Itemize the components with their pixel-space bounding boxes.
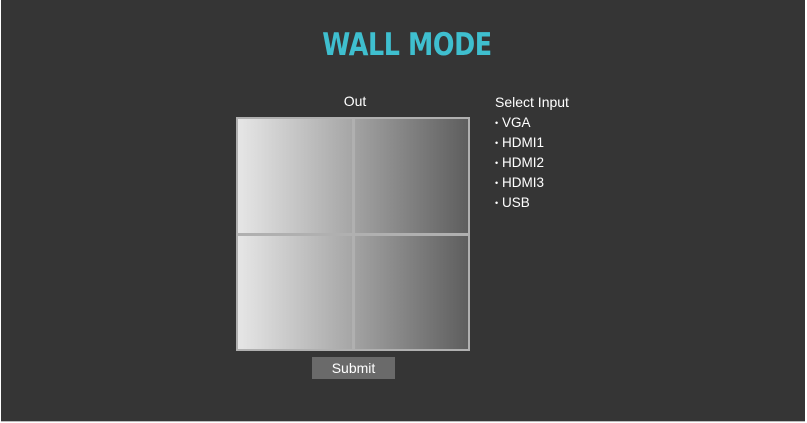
submit-button[interactable]: Submit — [312, 357, 395, 379]
page-title: WALL MODE — [322, 27, 492, 63]
out-label: Out — [343, 93, 367, 109]
input-option-label: HDMI3 — [502, 175, 545, 190]
wall-cell-bottom-left[interactable] — [238, 235, 352, 349]
wall-cell-bottom-right[interactable] — [354, 235, 468, 349]
bullet-icon: • — [495, 138, 499, 148]
select-input-panel: Select Input • VGA • HDMI1 • HDMI2 • HDMI3 •… — [495, 94, 569, 213]
wall-cell-top-left[interactable] — [238, 119, 352, 233]
video-wall-grid — [236, 117, 470, 351]
select-input-title: Select Input — [495, 94, 569, 110]
bullet-icon: • — [495, 198, 499, 208]
input-option-label: HDMI2 — [502, 155, 545, 170]
input-list: • VGA • HDMI1 • HDMI2 • HDMI3 • USB — [495, 113, 569, 213]
input-option-usb[interactable]: • USB — [495, 193, 569, 213]
input-option-label: HDMI1 — [502, 135, 545, 150]
input-option-vga[interactable]: • VGA — [495, 113, 569, 133]
input-option-label: USB — [502, 195, 530, 210]
input-option-hdmi2[interactable]: • HDMI2 — [495, 153, 569, 173]
bullet-icon: • — [495, 178, 499, 188]
bullet-icon: • — [495, 158, 499, 168]
input-option-hdmi3[interactable]: • HDMI3 — [495, 173, 569, 193]
input-option-label: VGA — [502, 115, 531, 130]
wall-mode-screen: WALL MODE Out Submit Select Input • VGA •… — [1, 0, 805, 422]
input-option-hdmi1[interactable]: • HDMI1 — [495, 133, 569, 153]
bullet-icon: • — [495, 118, 499, 128]
wall-cell-top-right[interactable] — [354, 119, 468, 233]
